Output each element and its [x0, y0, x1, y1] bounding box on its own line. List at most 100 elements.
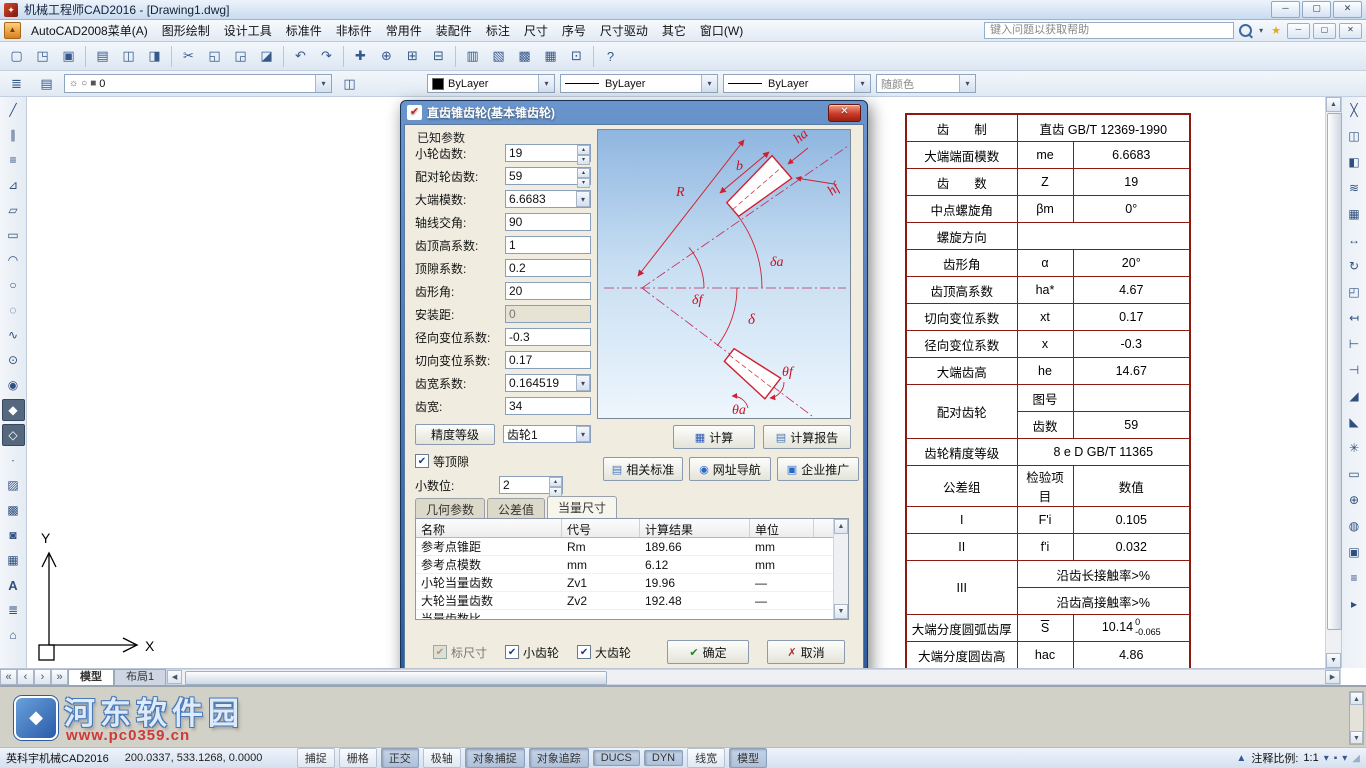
checkbox-icon[interactable]: ✔: [505, 645, 519, 659]
tab-layout1[interactable]: 布局1: [114, 669, 166, 685]
move-icon[interactable]: ↔: [1343, 229, 1366, 251]
radial-shift-coef-input[interactable]: [505, 328, 591, 346]
menu-autocad2008[interactable]: AutoCAD2008菜单(A): [24, 19, 155, 42]
gear-select-combo[interactable]: ▾: [503, 425, 591, 443]
copy-object-icon[interactable]: ◫: [1343, 125, 1366, 147]
document-minimize-button[interactable]: ─: [1287, 23, 1310, 39]
menu-annotation[interactable]: 标注: [479, 19, 517, 42]
enterprise-promo-button[interactable]: ▣企业推广: [777, 457, 859, 481]
ellipse-icon[interactable]: ⊙: [2, 349, 25, 371]
toggle-grid[interactable]: 栅格: [339, 748, 377, 768]
plot-icon[interactable]: ▤: [90, 44, 115, 69]
result-row[interactable]: 参考点模数mm6.12mm: [416, 556, 848, 574]
big-gear-checkbox[interactable]: ✔大齿轮: [577, 644, 631, 661]
radial-shift-coef-value[interactable]: [505, 328, 591, 346]
tab-equivalent[interactable]: 当量尺寸: [547, 496, 617, 519]
scroll-up-icon[interactable]: ▲: [1350, 692, 1363, 705]
toggle-polar[interactable]: 极轴: [423, 748, 461, 768]
command-window[interactable]: ◆ 河东软件园 www.pc0359.cn ▲ ▼: [0, 685, 1366, 747]
canvas-vertical-scrollbar[interactable]: ▲ ▼: [1325, 97, 1341, 668]
cancel-button[interactable]: ✗取消: [767, 640, 845, 664]
zoom-window-icon[interactable]: ⊞: [400, 44, 425, 69]
search-icon[interactable]: [1239, 24, 1252, 37]
mirror-icon[interactable]: ◧: [1343, 151, 1366, 173]
toggle-dyn[interactable]: DYN: [644, 750, 683, 766]
polyline-edit-icon[interactable]: ≡: [1343, 567, 1366, 589]
menu-other[interactable]: 其它: [655, 19, 693, 42]
command-scrollbar[interactable]: ▲ ▼: [1349, 691, 1364, 745]
addendum-coef-value[interactable]: [505, 236, 591, 254]
scrollbar-thumb[interactable]: [185, 671, 607, 685]
face-width-input[interactable]: [505, 397, 591, 415]
multiline-icon[interactable]: ≡: [2, 149, 25, 171]
linetype-combo[interactable]: ByLayer ▾: [560, 74, 718, 93]
related-standards-button[interactable]: ▤相关标准: [603, 457, 683, 481]
undo-icon[interactable]: ↶: [288, 44, 313, 69]
chamfer-icon[interactable]: ◣: [1343, 411, 1366, 433]
result-row[interactable]: 大轮当量齿数Zv2192.48—: [416, 592, 848, 610]
layer-properties-icon[interactable]: ≣: [4, 71, 29, 96]
close-button[interactable]: ✕: [1333, 1, 1362, 18]
scroll-up-icon[interactable]: ▲: [1326, 97, 1341, 112]
polygon-icon[interactable]: ▱: [2, 199, 25, 221]
match-properties-icon[interactable]: ◪: [254, 44, 279, 69]
result-table-scrollbar[interactable]: ▲ ▼: [833, 519, 848, 619]
offset-icon[interactable]: ≋: [1343, 177, 1366, 199]
linetype-combo-arrow[interactable]: ▾: [701, 75, 717, 92]
dialog-close-button[interactable]: ✕: [828, 104, 861, 122]
break-icon[interactable]: ◢: [1343, 385, 1366, 407]
wipeout-icon[interactable]: ⌂: [2, 624, 25, 646]
combo-arrow-icon[interactable]: ▾: [576, 426, 590, 442]
module-combo[interactable]: ▾: [505, 190, 591, 208]
tool-palettes-icon[interactable]: ▩: [512, 44, 537, 69]
spinner[interactable]: ▴▾: [577, 168, 590, 184]
pressure-angle-input[interactable]: [505, 282, 591, 300]
menu-standard-parts[interactable]: 标准件: [279, 19, 329, 42]
minimize-button[interactable]: ─: [1271, 1, 1300, 18]
donut-icon[interactable]: ◉: [2, 374, 25, 396]
shaft-angle-value[interactable]: [505, 213, 591, 231]
publish-icon[interactable]: ◨: [142, 44, 167, 69]
result-row[interactable]: 参考点锥距Rm189.66mm: [416, 538, 848, 556]
menu-common-parts[interactable]: 常用件: [379, 19, 429, 42]
redo-icon[interactable]: ↷: [314, 44, 339, 69]
designcenter-icon[interactable]: ▧: [486, 44, 511, 69]
tangential-shift-coef-value[interactable]: [505, 351, 591, 369]
result-row[interactable]: 当量齿数比: [416, 610, 848, 620]
rectangle-icon[interactable]: ▭: [2, 224, 25, 246]
last-tab-icon[interactable]: »: [51, 669, 68, 685]
shaft-angle-input[interactable]: [505, 213, 591, 231]
toggle-ducs[interactable]: DUCS: [593, 750, 640, 766]
calc-report-button[interactable]: ▤计算报告: [763, 425, 851, 449]
construction-line-icon[interactable]: ∥: [2, 124, 25, 146]
toolbar-lock-icon[interactable]: ▪: [1334, 753, 1338, 764]
tab-geometry[interactable]: 几何参数: [415, 498, 485, 519]
annotation-scale-value[interactable]: 1:1: [1303, 752, 1318, 764]
stretch-icon[interactable]: ↤: [1343, 307, 1366, 329]
scroll-left-icon[interactable]: ◀: [167, 670, 182, 684]
arc-icon[interactable]: ◠: [2, 249, 25, 271]
menu-app-icon[interactable]: ▲: [4, 22, 21, 39]
toggle-osnap[interactable]: 对象捕捉: [465, 748, 525, 768]
quick-calc-icon[interactable]: ⊡: [564, 44, 589, 69]
toggle-lineweight[interactable]: 线宽: [687, 748, 725, 768]
toggle-model[interactable]: 模型: [729, 748, 767, 768]
menu-dimension-drive[interactable]: 尺寸驱动: [593, 19, 655, 42]
prev-tab-icon[interactable]: ‹: [17, 669, 34, 685]
scrollbar-thumb[interactable]: [1327, 113, 1342, 630]
layer-combo[interactable]: ☼ ○ ■ 0 ▾: [64, 74, 332, 93]
document-restore-button[interactable]: ▢: [1313, 23, 1336, 39]
tab-tolerance[interactable]: 公差值: [487, 498, 545, 519]
annotation-visibility-icon[interactable]: ▲: [1236, 753, 1246, 764]
array-icon[interactable]: ▦: [1343, 203, 1366, 225]
rotate-icon[interactable]: ↻: [1343, 255, 1366, 277]
mating-gear-teeth-input[interactable]: ▴▾: [505, 167, 591, 185]
scroll-down-icon[interactable]: ▼: [1326, 653, 1341, 668]
decimal-input[interactable]: ▴▾: [499, 476, 563, 494]
small-gear-checkbox[interactable]: ✔小齿轮: [505, 644, 559, 661]
lineweight-combo-arrow[interactable]: ▾: [854, 75, 870, 92]
new-file-icon[interactable]: ▢: [4, 44, 29, 69]
menu-design-tools[interactable]: 设计工具: [217, 19, 279, 42]
equal-clearance-checkbox[interactable]: ✔等顶隙: [415, 453, 469, 470]
search-dropdown-icon[interactable]: ▾: [1257, 26, 1265, 35]
